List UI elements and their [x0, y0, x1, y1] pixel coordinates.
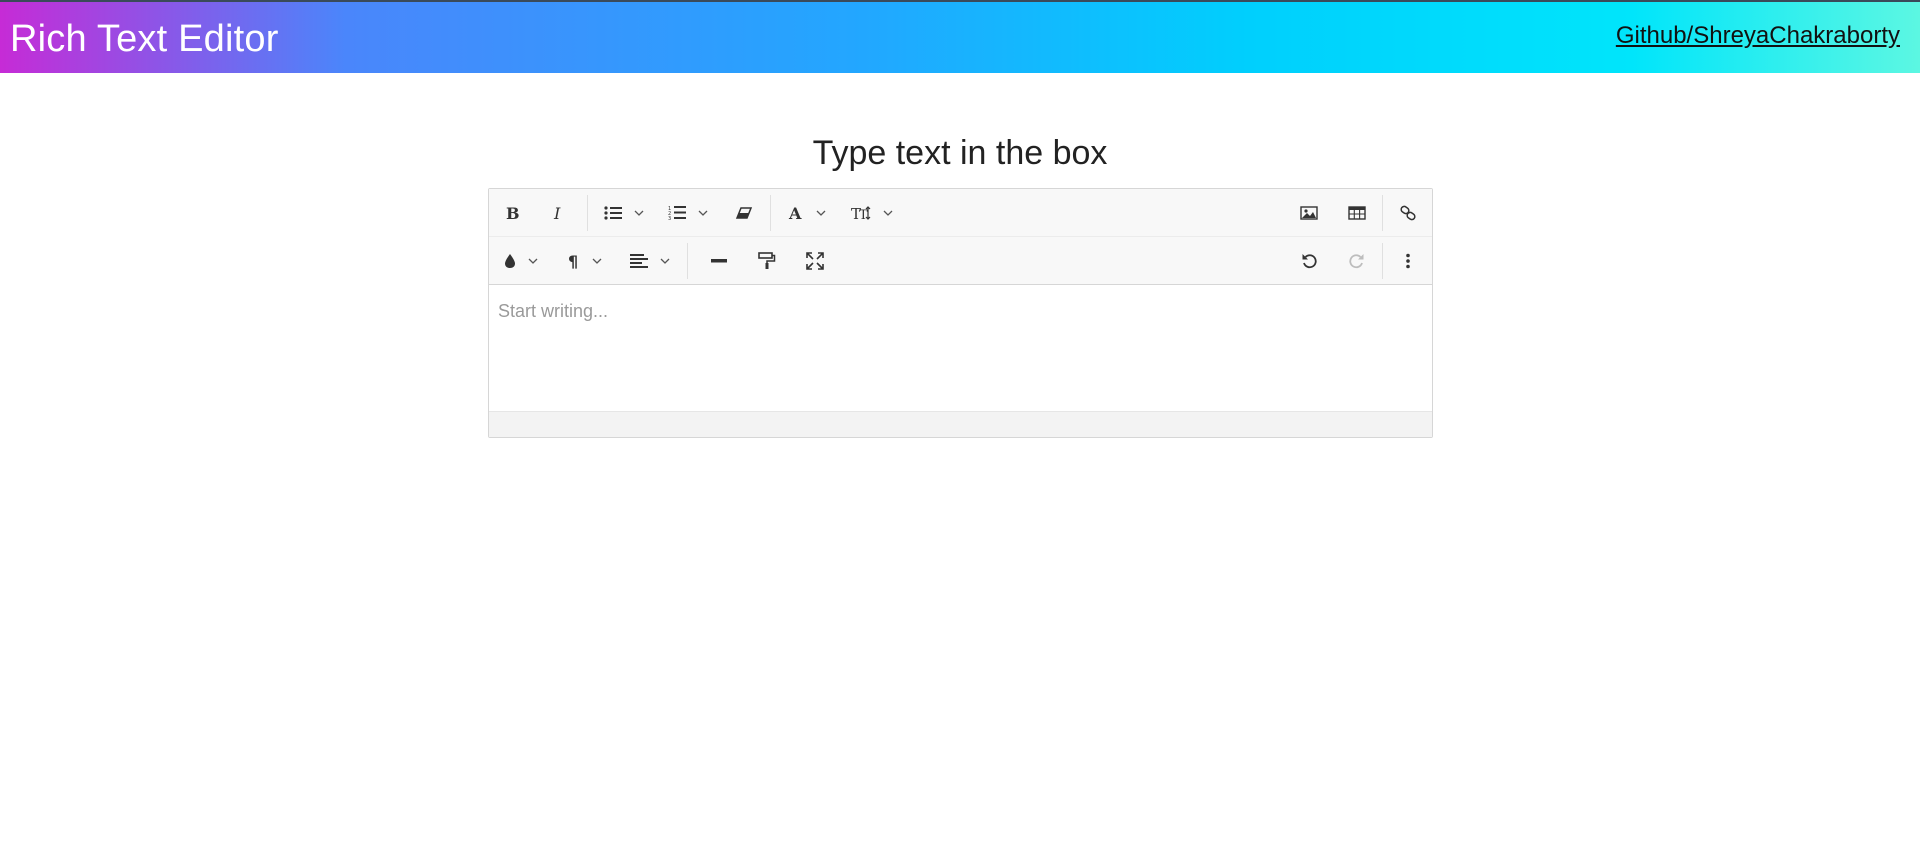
chevron-down-icon	[592, 258, 602, 264]
toolbar-row-2: ¶	[489, 237, 1432, 285]
toolbar-separator	[587, 195, 588, 231]
image-icon	[1300, 205, 1318, 220]
redo-icon	[1349, 253, 1364, 268]
numbered-list-button[interactable]: 1 2 3	[657, 189, 719, 236]
fullscreen-button[interactable]	[791, 237, 839, 284]
editor-placeholder: Start writing...	[498, 301, 609, 321]
horizontal-rule-icon	[711, 258, 727, 262]
font-size-button[interactable]: T T	[839, 189, 905, 236]
paragraph-button[interactable]: ¶	[553, 237, 617, 284]
table-icon	[1348, 205, 1366, 220]
svg-text:A: A	[788, 205, 802, 221]
more-vertical-icon	[1406, 253, 1410, 268]
bullet-list-button[interactable]	[593, 189, 655, 236]
eraser-icon	[735, 206, 753, 219]
app-header: Rich Text Editor Github/ShreyaChakrabort…	[0, 0, 1920, 73]
italic-icon: I	[553, 205, 561, 221]
insert-table-button[interactable]	[1333, 189, 1381, 236]
chevron-down-icon	[528, 258, 538, 264]
editor-resize-bar[interactable]	[489, 411, 1432, 437]
clear-format-button[interactable]	[721, 189, 767, 236]
undo-icon	[1302, 253, 1317, 268]
format-painter-button[interactable]	[743, 237, 791, 284]
bold-icon: B	[506, 205, 520, 221]
undo-button[interactable]	[1285, 237, 1333, 284]
toolbar-row-1: B I 1 2 3 A T T	[489, 189, 1432, 237]
font-color-button[interactable]: A	[775, 189, 839, 236]
highlight-color-button[interactable]	[489, 237, 553, 284]
align-left-icon	[630, 253, 648, 268]
paint-roller-icon	[758, 251, 776, 269]
toolbar-separator	[1382, 195, 1383, 231]
insert-link-button[interactable]	[1384, 189, 1432, 236]
insert-image-button[interactable]	[1285, 189, 1333, 236]
more-options-button[interactable]	[1384, 237, 1432, 284]
bullet-list-icon	[604, 205, 622, 220]
redo-button[interactable]	[1333, 237, 1381, 284]
chevron-down-icon	[634, 210, 644, 216]
app-title: Rich Text Editor	[10, 18, 279, 60]
horizontal-rule-button[interactable]	[695, 237, 743, 284]
italic-button[interactable]: I	[535, 189, 581, 236]
fullscreen-icon	[806, 251, 824, 270]
svg-text:B: B	[506, 205, 520, 221]
toolbar-separator	[687, 243, 688, 279]
svg-text:I: I	[553, 205, 561, 221]
editor-toolbar: B I 1 2 3 A T T ¶	[489, 189, 1432, 285]
text-size-icon: T T	[851, 205, 871, 221]
svg-text:3: 3	[668, 216, 671, 221]
paragraph-icon: ¶	[568, 253, 578, 269]
svg-text:T: T	[859, 208, 868, 221]
link-icon	[1400, 205, 1416, 220]
align-button[interactable]	[617, 237, 683, 284]
chevron-down-icon	[816, 210, 826, 216]
editor-content-area[interactable]: Start writing...	[489, 285, 1432, 411]
toolbar-separator	[770, 195, 771, 231]
rich-text-editor: B I 1 2 3 A T T ¶ Start writing...	[488, 188, 1433, 438]
ink-drop-icon	[505, 253, 515, 268]
bold-button[interactable]: B	[489, 189, 535, 236]
svg-text:¶: ¶	[568, 253, 578, 269]
github-link[interactable]: Github/ShreyaChakraborty	[1616, 22, 1900, 50]
chevron-down-icon	[883, 210, 893, 216]
toolbar-separator	[1382, 243, 1383, 279]
numbered-list-icon: 1 2 3	[668, 205, 686, 221]
font-icon: A	[788, 205, 802, 221]
chevron-down-icon	[660, 258, 670, 264]
chevron-down-icon	[698, 210, 708, 216]
page-heading: Type text in the box	[812, 134, 1108, 172]
